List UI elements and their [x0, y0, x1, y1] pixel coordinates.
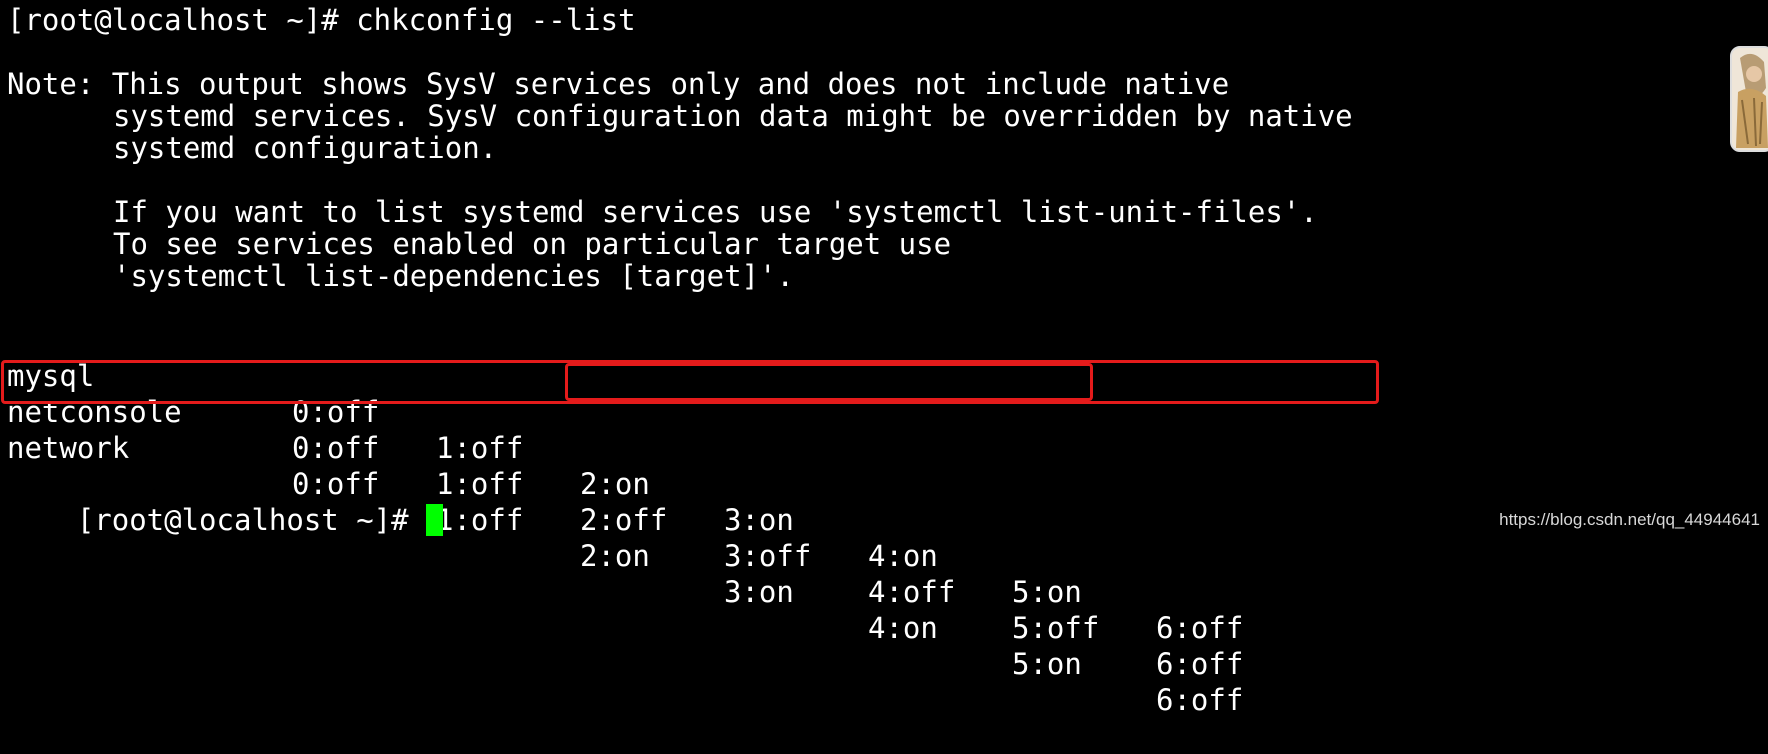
note-line: 'systemctl list-dependencies [target]'.: [113, 259, 794, 293]
runlevel-0: 0:off: [292, 431, 380, 465]
runlevel-3: 3:off: [724, 539, 812, 573]
runlevel-4: 4:on: [868, 611, 938, 645]
runlevel-3: 3:on: [724, 503, 794, 537]
service-name: network: [7, 431, 130, 465]
note-line: systemd configuration.: [113, 131, 498, 165]
runlevel-5: 5:on: [1012, 647, 1082, 681]
text-cursor: [426, 504, 444, 536]
runlevel-6: 6:off: [1156, 611, 1244, 645]
note-line: To see services enabled on particular ta…: [113, 227, 952, 261]
watermark: https://blog.csdn.net/qq_44944641: [1499, 510, 1760, 529]
note-line: Note: This output shows SysV services on…: [7, 67, 1230, 101]
runlevel-6: 6:off: [1156, 647, 1244, 681]
runlevel-1: 1:off: [436, 467, 524, 501]
runlevel-1: 1:off: [436, 431, 524, 465]
runlevel-5: 5:on: [1012, 575, 1082, 609]
runlevel-2: 2:off: [580, 503, 668, 537]
runlevel-4: 4:off: [868, 575, 956, 609]
runlevel-1: 1:off: [436, 503, 524, 537]
runlevel-4: 4:on: [868, 539, 938, 573]
note-line: systemd services. SysV configuration dat…: [113, 99, 1353, 133]
runlevel-2: 2:on: [580, 539, 650, 573]
note-line: If you want to list systemd services use…: [113, 195, 1318, 229]
service-row-netconsole: netconsole 0:off 1:off 2:off 3:off 4:off…: [0, 358, 1400, 681]
runlevel-5: 5:off: [1012, 611, 1100, 645]
avatar-thumbnail: [1730, 46, 1768, 152]
runlevel-2: 2:on: [580, 467, 650, 501]
prompt-line[interactable]: [root@localhost ~]#: [7, 466, 444, 537]
runlevel-6: 6:off: [1156, 683, 1244, 717]
shell-prompt: [root@localhost ~]#: [76, 503, 427, 537]
command-line: [root@localhost ~]# chkconfig --list: [7, 3, 636, 37]
service-row-mysql: mysql 0:off 1:off 2:on 3:on 4:on 5:on 6:…: [0, 322, 1400, 645]
runlevel-3: 3:on: [724, 575, 794, 609]
terminal-window[interactable]: [root@localhost ~]# chkconfig --list Not…: [0, 0, 1768, 717]
service-row-network: network 0:off 1:off 2:on 3:on 4:on 5:on …: [0, 394, 1400, 717]
